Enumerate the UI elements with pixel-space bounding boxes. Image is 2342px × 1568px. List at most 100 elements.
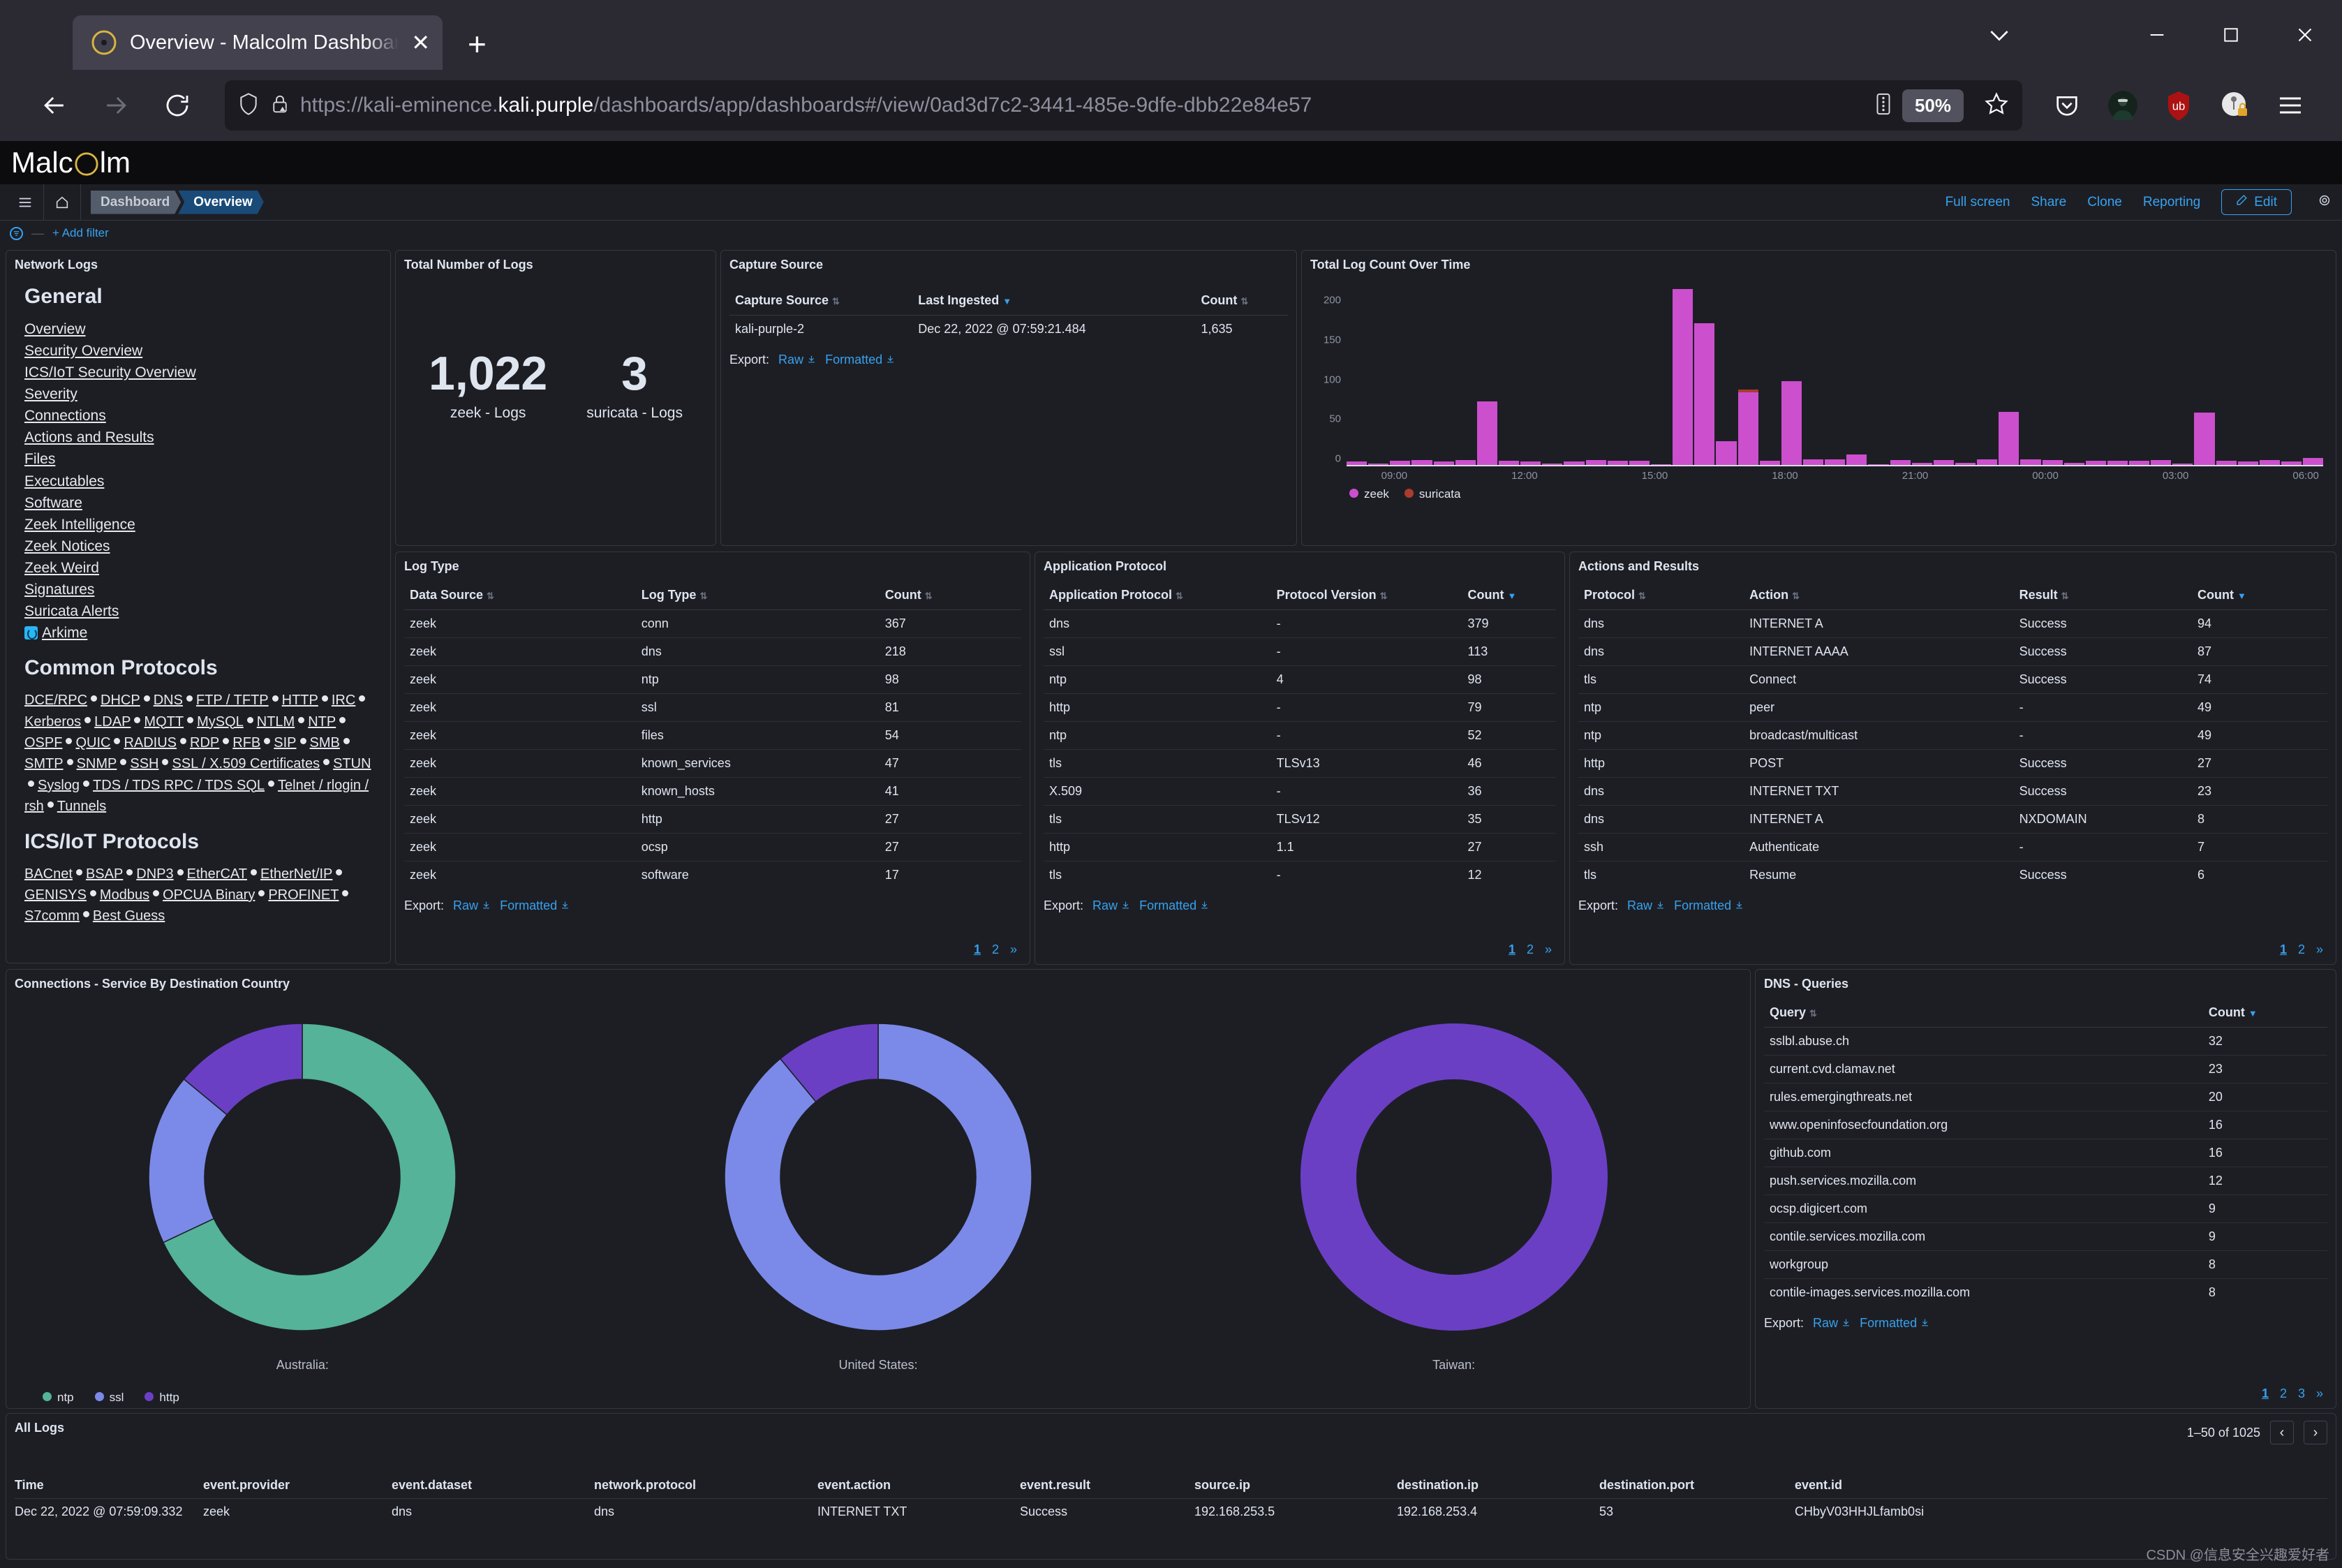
breadcrumb-overview[interactable]: Overview bbox=[178, 191, 264, 214]
histogram-bar[interactable] bbox=[1433, 461, 1454, 465]
col-protocol-version[interactable]: Protocol Version ⇅ bbox=[1270, 581, 1462, 610]
col-count[interactable]: Count ▼ bbox=[2191, 581, 2327, 610]
histogram-bar[interactable] bbox=[1650, 464, 1672, 465]
next-page[interactable]: » bbox=[1010, 942, 1017, 957]
protocol-link[interactable]: TDS / TDS RPC / TDS SQL bbox=[93, 778, 265, 793]
col-result[interactable]: Result ⇅ bbox=[2013, 581, 2192, 610]
histogram-bar[interactable] bbox=[1498, 461, 1520, 465]
legend-item[interactable]: ssl bbox=[94, 1391, 124, 1405]
col-query[interactable]: Query ⇅ bbox=[1764, 998, 2203, 1028]
col-destination-port[interactable]: destination.port bbox=[1599, 1478, 1795, 1493]
histogram-bar[interactable] bbox=[2259, 460, 2281, 465]
page-1[interactable]: 1 bbox=[1509, 942, 1515, 957]
nav-link-actions-and-results[interactable]: Actions and Results bbox=[24, 427, 382, 448]
col-event-result[interactable]: event.result bbox=[1020, 1478, 1194, 1493]
histogram-bar[interactable] bbox=[1737, 390, 1758, 465]
nav-link-connections[interactable]: Connections bbox=[24, 405, 382, 427]
address-bar[interactable]: https://kali-eminence.kali.purple/dashbo… bbox=[225, 80, 2022, 131]
next-page[interactable]: » bbox=[2316, 942, 2323, 957]
histogram-bar[interactable] bbox=[1607, 461, 1628, 465]
page-1[interactable]: 1 bbox=[974, 942, 981, 957]
share-link[interactable]: Share bbox=[2031, 195, 2067, 210]
col-event-id[interactable]: event.id bbox=[1795, 1478, 2004, 1493]
histogram-bar[interactable] bbox=[1802, 459, 1824, 465]
filter-icon[interactable] bbox=[10, 226, 23, 240]
protocol-link[interactable]: SMB bbox=[310, 735, 340, 750]
hamburger-menu-icon[interactable] bbox=[2262, 77, 2318, 133]
histogram-bar[interactable] bbox=[1411, 460, 1432, 465]
menu-toggle-icon[interactable] bbox=[7, 184, 43, 221]
page-2[interactable]: 2 bbox=[1527, 942, 1534, 957]
protocol-link[interactable]: Kerberos bbox=[24, 714, 81, 730]
histogram-bar[interactable] bbox=[1476, 401, 1497, 465]
protocol-link[interactable]: Modbus bbox=[100, 887, 149, 903]
col-event-dataset[interactable]: event.dataset bbox=[392, 1478, 594, 1493]
legend-item[interactable]: zeek bbox=[1349, 487, 1389, 501]
histogram-bar[interactable] bbox=[1390, 461, 1411, 465]
page-3[interactable]: 3 bbox=[2298, 1386, 2305, 1401]
protocol-link[interactable]: NTLM bbox=[257, 714, 295, 730]
export-raw-link[interactable]: Raw bbox=[1627, 898, 1665, 912]
col-destination-ip[interactable]: destination.ip bbox=[1397, 1478, 1599, 1493]
page-1[interactable]: 1 bbox=[2280, 942, 2287, 957]
histogram-bar[interactable] bbox=[1673, 289, 1693, 465]
protocol-link[interactable]: SSL / X.509 Certificates bbox=[172, 756, 320, 771]
bookmark-star-icon[interactable] bbox=[1983, 91, 2010, 121]
account-avatar[interactable] bbox=[2095, 77, 2151, 133]
protocol-link[interactable]: S7comm bbox=[24, 908, 80, 924]
protocol-link[interactable]: RDP bbox=[190, 735, 219, 750]
legend-item[interactable]: suricata bbox=[1404, 487, 1460, 501]
histogram-bar[interactable] bbox=[1825, 459, 1846, 465]
histogram-bar[interactable] bbox=[1955, 462, 1976, 465]
histogram-bar[interactable] bbox=[1455, 460, 1476, 465]
protocol-link[interactable]: SMTP bbox=[24, 756, 64, 771]
col-Time[interactable]: Time bbox=[15, 1478, 203, 1493]
protocol-link[interactable]: EtherCAT bbox=[187, 866, 247, 882]
col-network-protocol[interactable]: network.protocol bbox=[594, 1478, 817, 1493]
protocol-link[interactable]: DCE/RPC bbox=[24, 693, 87, 708]
export-formatted-link[interactable]: Formatted bbox=[825, 353, 895, 367]
histogram-bar[interactable] bbox=[2151, 460, 2172, 465]
nav-link-overview[interactable]: Overview bbox=[24, 318, 382, 340]
histogram-bar[interactable] bbox=[1781, 380, 1802, 465]
export-raw-link[interactable]: Raw bbox=[453, 898, 491, 912]
new-tab-button[interactable]: + bbox=[468, 28, 487, 60]
col-log-type[interactable]: Log Type ⇅ bbox=[635, 581, 880, 610]
export-formatted-link[interactable]: Formatted bbox=[500, 898, 570, 912]
protocol-link[interactable]: LDAP bbox=[94, 714, 131, 730]
protocol-link[interactable]: RFB bbox=[232, 735, 260, 750]
nav-link-severity[interactable]: Severity bbox=[24, 383, 382, 405]
col-last-ingested[interactable]: Last Ingested ▼ bbox=[912, 286, 1196, 316]
col-count[interactable]: Count ⇅ bbox=[1195, 286, 1288, 316]
reporting-link[interactable]: Reporting bbox=[2143, 195, 2200, 210]
protocol-link[interactable]: IRC bbox=[332, 693, 355, 708]
col-count[interactable]: Count ▼ bbox=[2202, 998, 2327, 1028]
clone-link[interactable]: Clone bbox=[2087, 195, 2122, 210]
donut-slice[interactable] bbox=[1300, 1023, 1608, 1331]
protocol-link[interactable]: DNS bbox=[154, 693, 183, 708]
page-2[interactable]: 2 bbox=[992, 942, 999, 957]
histogram-bar[interactable] bbox=[1716, 441, 1737, 465]
histogram-bar[interactable] bbox=[1759, 461, 1780, 465]
histogram-bar[interactable] bbox=[2281, 461, 2302, 465]
histogram-bar[interactable] bbox=[1933, 460, 1954, 465]
histogram-bar[interactable] bbox=[2303, 457, 2324, 465]
histogram-bar[interactable] bbox=[1868, 464, 1889, 465]
ublock-origin-icon[interactable]: ub bbox=[2151, 77, 2207, 133]
nav-link-signatures[interactable]: Signatures bbox=[24, 579, 382, 600]
protocol-link[interactable]: OPCUA Binary bbox=[163, 887, 255, 903]
maximize-button[interactable] bbox=[2194, 0, 2268, 70]
reload-button[interactable] bbox=[147, 75, 208, 136]
histogram-bar[interactable] bbox=[1999, 412, 2019, 465]
histogram-bar[interactable] bbox=[1368, 463, 1389, 465]
next-page[interactable]: » bbox=[1545, 942, 1552, 957]
page-1[interactable]: 1 bbox=[2262, 1386, 2269, 1401]
histogram-bar[interactable] bbox=[1977, 459, 1998, 465]
histogram-bar[interactable] bbox=[2085, 461, 2106, 465]
export-raw-link[interactable]: Raw bbox=[1092, 898, 1130, 912]
histogram-bar[interactable] bbox=[2172, 463, 2193, 465]
histogram-bar[interactable] bbox=[2042, 460, 2063, 465]
histogram-bar[interactable] bbox=[2194, 413, 2215, 465]
histogram-bar[interactable] bbox=[2129, 461, 2150, 465]
histogram-bar[interactable] bbox=[2020, 459, 2041, 465]
